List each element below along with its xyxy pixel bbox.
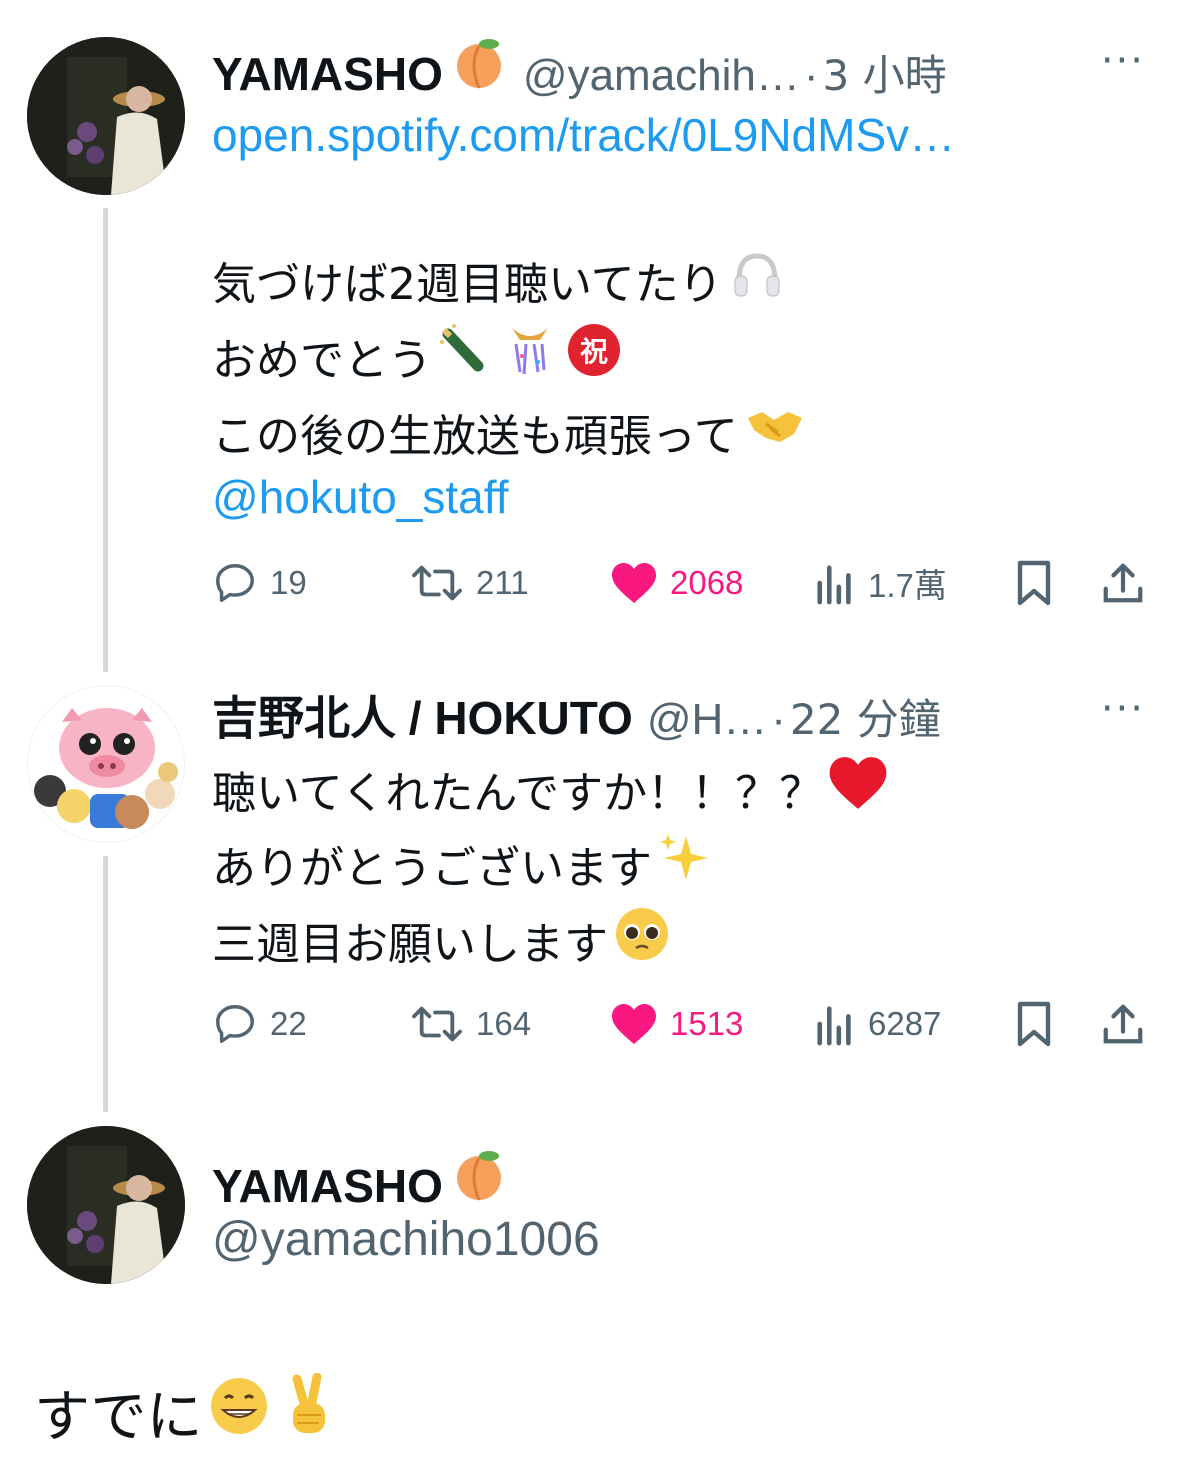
retweet-button[interactable]: 164	[410, 994, 531, 1054]
separator-dot: ·	[771, 695, 786, 744]
heart-filled-icon	[612, 1004, 656, 1044]
bookmark-icon	[1017, 1001, 1051, 1047]
avatar-photo-image	[27, 37, 185, 195]
tweet-header: YAMASHO	[212, 1146, 509, 1213]
victory-hand-emoji	[281, 1372, 337, 1453]
tweet-text-line: 三週目お願いします	[212, 904, 672, 975]
tweet-text-line: 聴いてくれたんですか！！？？	[212, 754, 889, 823]
views-button[interactable]: 1.7萬	[814, 553, 947, 613]
views-icon	[817, 565, 851, 605]
tweet-time[interactable]: 3 小時	[823, 42, 947, 103]
separator-dot: ·	[803, 51, 819, 100]
like-count: 2068	[670, 564, 744, 601]
svg-text:祝: 祝	[580, 335, 608, 368]
share-button[interactable]	[1100, 994, 1158, 1054]
like-button[interactable]: 2068	[610, 553, 743, 613]
tweet-text-line: おめでとう 祝	[212, 320, 624, 391]
like-count: 1513	[670, 1005, 744, 1042]
thread-connector	[103, 208, 108, 672]
avatar-photo-image	[27, 1126, 185, 1284]
avatar-yamasho[interactable]	[27, 37, 185, 195]
heart-filled-icon	[612, 563, 656, 603]
tweet-header: 吉野北人 / HOKUTO @H… · 22 分鐘	[212, 682, 941, 748]
more-options-icon[interactable]: ···	[1101, 38, 1145, 84]
thread-connector	[103, 856, 108, 1112]
more-options-icon[interactable]: ···	[1101, 686, 1145, 732]
author-handle[interactable]: @H…	[647, 695, 767, 745]
author-handle[interactable]: @yamachiho1006	[212, 1212, 600, 1267]
pleading-face-emoji	[612, 904, 672, 975]
tweet-time[interactable]: 22 分鐘	[790, 686, 941, 747]
retweet-icon	[412, 1006, 462, 1042]
views-count: 6287	[868, 1005, 942, 1042]
reply-icon	[216, 564, 254, 602]
avatar-yamasho[interactable]	[27, 1126, 185, 1284]
bookmark-button[interactable]	[1014, 553, 1066, 613]
tweet-header: YAMASHO @yamachih… · 3 小時	[212, 34, 947, 103]
tweet-text-line: 気づけば2週目聴いてたり	[212, 246, 785, 313]
avatar-hokuto[interactable]	[27, 685, 185, 843]
retweet-count: 164	[476, 1005, 532, 1042]
tweet-text-line: ありがとうございます	[212, 828, 716, 899]
author-name[interactable]: YAMASHO	[212, 1159, 443, 1213]
like-button[interactable]: 1513	[610, 994, 743, 1054]
reply-button[interactable]: 22	[212, 994, 307, 1054]
sparkles-emoji	[656, 828, 716, 899]
bookmark-icon	[1017, 560, 1051, 606]
share-icon	[1103, 1004, 1143, 1044]
grinning-face-emoji	[207, 1374, 271, 1452]
confetti-ball-emoji	[500, 322, 560, 389]
avatar-pig-image	[28, 686, 184, 842]
handshake-emoji	[744, 398, 806, 465]
reply-count: 22	[270, 1005, 307, 1042]
reply-icon	[216, 1005, 254, 1043]
red-heart-emoji	[827, 754, 889, 823]
peach-emoji	[449, 34, 509, 94]
retweet-button[interactable]: 211	[410, 553, 529, 613]
bookmark-button[interactable]	[1014, 994, 1066, 1054]
headphones-emoji	[729, 246, 785, 313]
views-count: 1.7萬	[868, 567, 947, 604]
reply-button[interactable]: 19	[212, 553, 307, 613]
focused-tweet-text: すでに	[34, 1372, 337, 1453]
author-name[interactable]: 吉野北人 / HOKUTO	[212, 682, 633, 748]
retweet-icon	[412, 565, 462, 601]
views-icon	[817, 1006, 851, 1046]
tweet-header-handle: @yamachiho1006	[212, 1212, 600, 1267]
author-handle[interactable]: @yamachih…	[523, 51, 800, 101]
views-button[interactable]: 6287	[814, 994, 941, 1054]
tweet-text-line: この後の生放送も頑張って	[212, 398, 806, 465]
share-button[interactable]	[1100, 553, 1158, 613]
peach-emoji	[449, 1146, 509, 1206]
retweet-count: 211	[476, 564, 529, 601]
champagne-emoji	[436, 322, 496, 389]
mention-link[interactable]: @hokuto_staff	[212, 470, 508, 524]
share-icon	[1103, 563, 1143, 603]
tweet-actions: 19 211 2068 1.7萬	[212, 553, 1152, 613]
author-name[interactable]: YAMASHO	[212, 47, 443, 101]
congratulations-emoji: 祝	[564, 320, 624, 391]
reply-count: 19	[270, 564, 307, 601]
spotify-link[interactable]: open.spotify.com/track/0L9NdMSv…	[212, 108, 955, 162]
tweet-actions: 22 164 1513 6287	[212, 994, 1152, 1054]
